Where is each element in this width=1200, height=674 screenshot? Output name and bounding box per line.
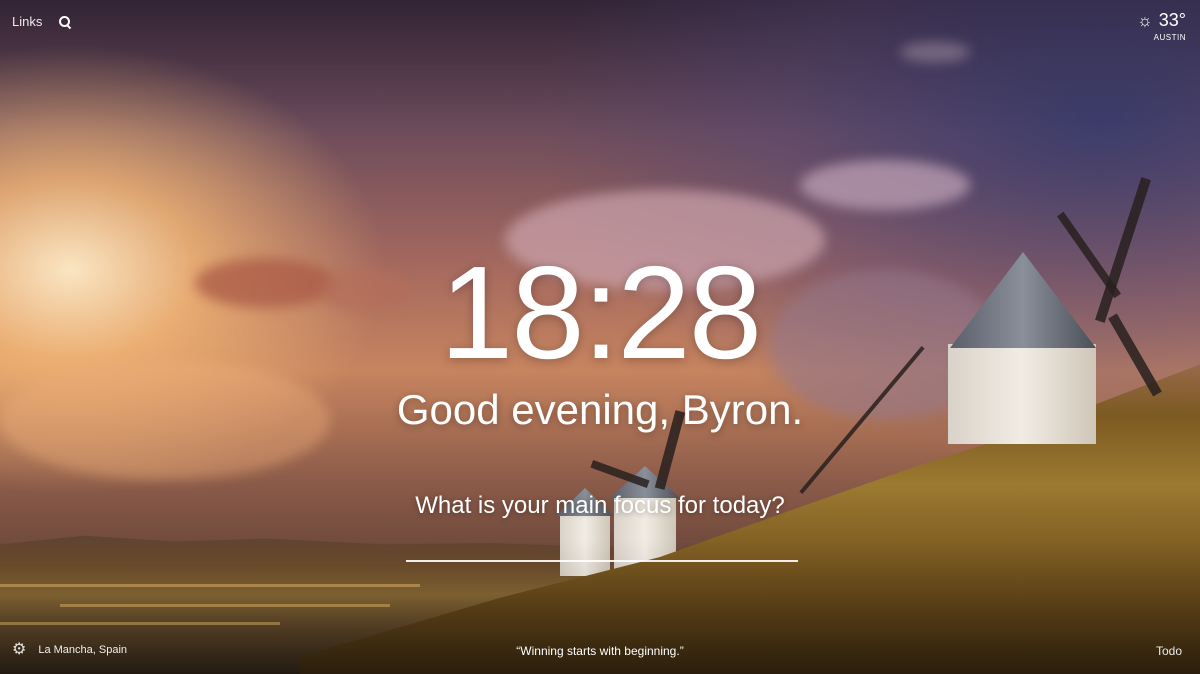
todo-button[interactable]: Todo (1156, 644, 1182, 658)
clock: 18:28 (439, 239, 762, 386)
sun-icon: ☼ (1137, 11, 1153, 30)
links-button[interactable]: Links (12, 14, 42, 29)
quote: “Winning starts with beginning.” (516, 644, 684, 658)
weather-location: AUSTIN (1153, 33, 1186, 42)
weather-widget[interactable]: ☼ 33° AUSTIN (1137, 10, 1186, 42)
top-left-bar: Links (12, 14, 72, 29)
temperature: 33° (1158, 10, 1186, 30)
background-photo: Links ☼ 33° AUSTIN 18:28 Good evening, B… (0, 0, 1200, 674)
focus-input[interactable] (406, 528, 798, 562)
search-icon[interactable] (58, 15, 72, 29)
focus-question: What is your main focus for today? (415, 492, 785, 519)
greeting: Good evening, Byron. (396, 386, 804, 433)
